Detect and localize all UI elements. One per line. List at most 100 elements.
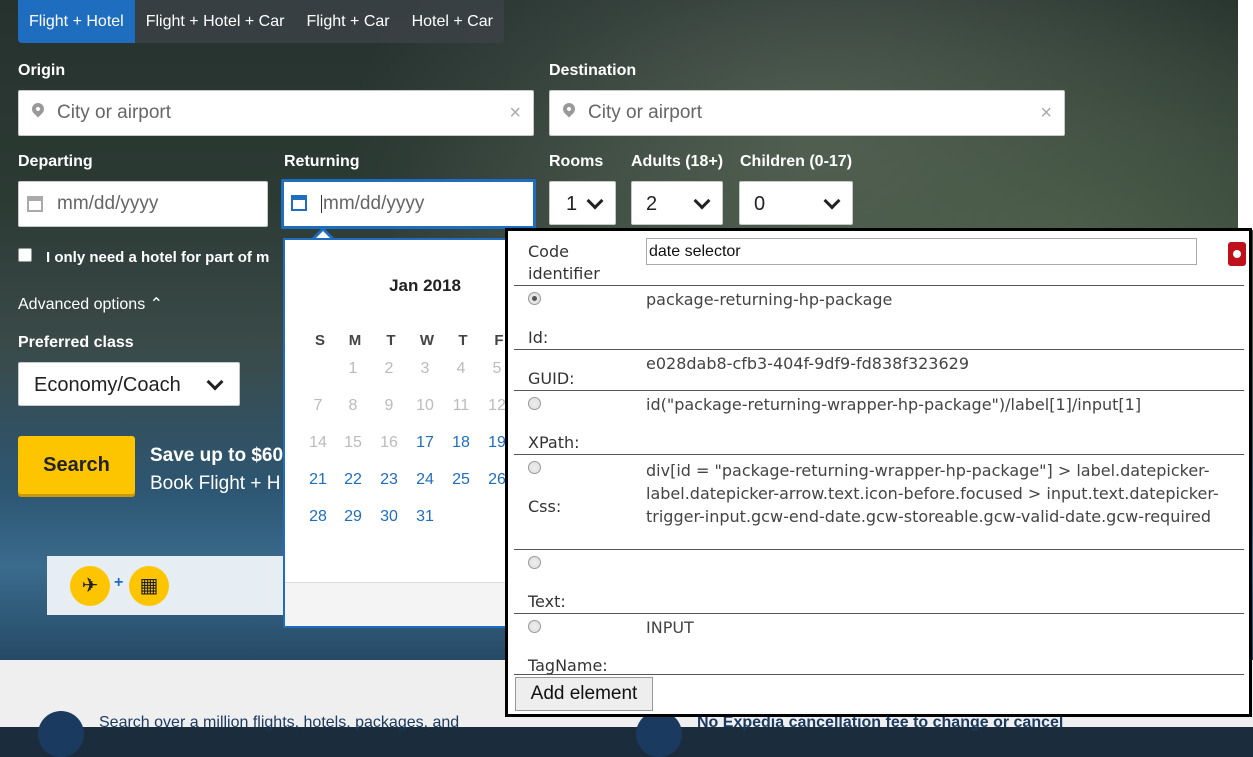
datepicker-month: Jan 2018	[389, 276, 461, 295]
css-label: Css:	[528, 497, 562, 516]
chevron-down-icon	[586, 192, 604, 210]
tagname-label: TagName:	[528, 656, 608, 675]
calendar-day: 1	[348, 360, 358, 377]
departing-date-input[interactable]: mm/dd/yyyy	[18, 181, 268, 227]
css-radio[interactable]	[528, 461, 541, 474]
rooms-value: 1	[566, 193, 578, 215]
destination-input[interactable]: City or airport ×	[549, 90, 1065, 136]
calendar-day[interactable]: 19	[480, 434, 506, 452]
clear-icon[interactable]: ×	[1040, 91, 1052, 135]
tab-flight-car[interactable]: Flight + Car	[295, 0, 400, 43]
calendar-day: 3	[420, 360, 430, 377]
calendar-day: 4	[456, 360, 466, 377]
calendar-day[interactable]: 31	[408, 508, 442, 526]
text-label: Text:	[528, 592, 566, 611]
text-caret	[321, 195, 322, 213]
tab-flight-hotel-car[interactable]: Flight + Hotel + Car	[135, 0, 296, 43]
preferred-class-select[interactable]: Economy/Coach	[18, 362, 240, 406]
calendar-day[interactable]: 17	[408, 434, 442, 452]
rooms-select[interactable]: 1	[549, 181, 616, 225]
hotel-icon: ▦	[129, 566, 169, 606]
calendar-day[interactable]: 29	[336, 508, 370, 526]
partial-hotel-label: I only need a hotel for part of m	[46, 249, 270, 266]
record-button[interactable]	[1228, 242, 1246, 266]
adults-select[interactable]: 2	[631, 181, 723, 225]
xpath-radio[interactable]	[528, 397, 541, 410]
calendar-day: 12	[488, 397, 506, 414]
info-icon	[38, 711, 84, 757]
weekday-header: M	[348, 332, 362, 349]
location-pin-icon	[560, 100, 578, 118]
tab-flight-hotel[interactable]: Flight + Hotel	[18, 0, 135, 43]
add-element-button[interactable]: Add element	[515, 677, 653, 711]
id-value: package-returning-hp-package	[646, 290, 893, 309]
calendar-day[interactable]: 25	[444, 471, 478, 489]
calendar-day: 11	[452, 397, 470, 414]
clear-icon[interactable]: ×	[509, 91, 521, 135]
calendar-day: 14	[309, 434, 327, 451]
calendar-day[interactable]: 28	[301, 508, 335, 526]
calendar-day: 5	[492, 360, 502, 377]
tagname-radio[interactable]	[528, 620, 541, 633]
guid-label: GUID:	[528, 369, 575, 388]
divider	[514, 549, 1244, 550]
calendar-day: 8	[348, 397, 358, 414]
datepicker: Jan 2018 SMTWTF 1 2 3 4 5 7 8 9 10 11 12 14 15 16 17 18…	[283, 238, 508, 628]
search-button[interactable]: Search	[18, 436, 135, 494]
page-edge	[1238, 0, 1253, 230]
id-radio[interactable]	[528, 292, 541, 305]
calendar-day: 9	[384, 397, 394, 414]
children-value: 0	[754, 193, 766, 215]
origin-input[interactable]: City or airport ×	[18, 90, 534, 136]
divider	[514, 454, 1244, 455]
text-radio[interactable]	[528, 556, 541, 569]
origin-placeholder: City or airport	[57, 102, 172, 123]
divider	[514, 613, 1244, 614]
preferred-class-value: Economy/Coach	[34, 374, 181, 396]
info-icon	[636, 711, 682, 757]
adults-label: Adults (18+)	[631, 153, 724, 170]
tab-hotel-car[interactable]: Hotel + Car	[401, 0, 504, 43]
departing-placeholder: mm/dd/yyyy	[57, 193, 159, 214]
partial-hotel-checkbox[interactable]	[18, 248, 32, 262]
css-value: div[id = "package-returning-wrapper-hp-p…	[646, 461, 1219, 526]
calendar-day[interactable]: 23	[372, 471, 406, 489]
id-label: Id:	[528, 328, 549, 347]
calendar-day[interactable]: 21	[301, 471, 335, 489]
promo-subline: Book Flight + H	[150, 473, 281, 494]
returning-label: Returning	[284, 153, 360, 170]
calendar-day[interactable]: 30	[372, 508, 406, 526]
weekday-header: S	[314, 332, 325, 349]
weekday-header: W	[419, 332, 435, 349]
chevron-down-icon	[206, 373, 224, 391]
calendar-day[interactable]: 24	[408, 471, 442, 489]
calendar-day[interactable]: 18	[444, 434, 478, 452]
element-inspector-panel: Code identifier date selector package-re…	[505, 228, 1252, 717]
guid-value: e028dab8-cfb3-404f-9df9-fd838f323629	[646, 354, 970, 373]
calendar-icon	[27, 196, 43, 212]
origin-label: Origin	[18, 62, 66, 79]
location-pin-icon	[29, 100, 47, 118]
divider	[514, 285, 1244, 286]
weekday-header: T	[458, 332, 468, 349]
children-select[interactable]: 0	[739, 181, 853, 225]
calendar-day[interactable]: 26	[480, 471, 506, 489]
calendar-day: 10	[416, 397, 434, 414]
product-tabs: Flight + Hotel Flight + Hotel + Car Flig…	[18, 0, 504, 43]
code-identifier-input[interactable]: date selector	[646, 238, 1197, 265]
lower-left-text: Search over a million flights, hotels, p…	[99, 714, 460, 731]
plane-icon: ✈	[70, 566, 110, 606]
calendar-day: 7	[313, 397, 323, 414]
calendar-day[interactable]: 22	[336, 471, 370, 489]
calendar-day: 16	[380, 434, 398, 451]
advanced-options-link[interactable]: Advanced options ⌃	[18, 294, 163, 314]
returning-date-input[interactable]: mm/dd/yyyy	[281, 179, 536, 229]
datepicker-footer	[285, 582, 506, 626]
rooms-label: Rooms	[549, 153, 604, 170]
calendar-icon	[291, 195, 307, 211]
xpath-value: id("package-returning-wrapper-hp-package…	[646, 395, 1142, 414]
tagname-value: INPUT	[646, 618, 694, 637]
preferred-class-label: Preferred class	[18, 334, 134, 351]
departing-label: Departing	[18, 153, 93, 170]
plus-icon: +	[114, 574, 124, 591]
